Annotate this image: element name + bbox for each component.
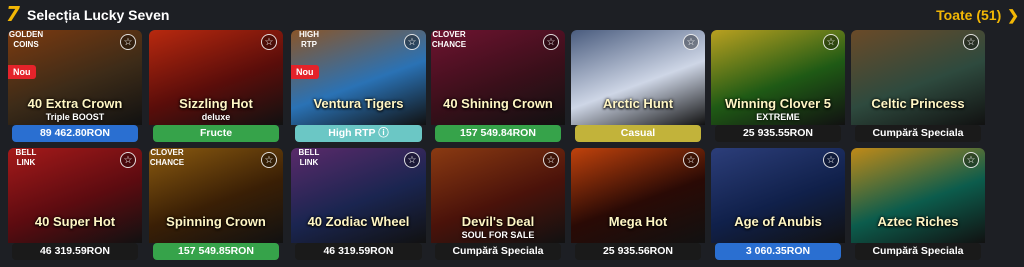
section-header: 7 Selecția Lucky Seven Toate (51) ❯ xyxy=(0,0,1024,30)
game-tag: 46 319.59RON xyxy=(295,243,422,260)
favorite-star-icon[interactable]: ☆ xyxy=(543,152,559,168)
game-title: 40 Zodiac Wheel xyxy=(307,214,410,229)
game-title: Ventura Tigers xyxy=(313,96,404,111)
game-title: Sizzling Hot xyxy=(179,96,253,111)
favorite-star-icon[interactable]: ☆ xyxy=(823,152,839,168)
game-tile[interactable]: Winning Clover 5 EXTREME ☆ 25 935.55RON xyxy=(711,30,845,142)
game-tile[interactable]: 40 Extra Crown Triple BOOST ☆ GOLDEN COI… xyxy=(8,30,142,142)
new-badge: Nou xyxy=(8,65,36,79)
game-tile[interactable]: Ventura Tigers ☆ HIGH RTP Nou High RTP ⓘ xyxy=(291,30,426,142)
game-tile[interactable]: Celtic Princess ☆ Cumpără Speciala xyxy=(851,30,985,142)
game-title: Age of Anubis xyxy=(734,214,822,229)
game-title: Celtic Princess xyxy=(871,96,965,111)
favorite-star-icon[interactable]: ☆ xyxy=(120,152,136,168)
game-tile[interactable]: Spinning Crown ☆ CLOVER CHANCE 157 549.8… xyxy=(149,148,283,260)
provider-badge: CLOVER CHANCE xyxy=(149,148,185,167)
game-tile[interactable]: 40 Shining Crown ☆ CLOVER CHANCE 157 549… xyxy=(431,30,565,142)
see-all-link[interactable]: Toate (51) ❯ xyxy=(936,7,1019,24)
new-badge: Nou xyxy=(291,65,319,79)
game-tag: 46 319.59RON xyxy=(12,243,138,260)
game-tile[interactable]: Aztec Riches ☆ Cumpără Speciala xyxy=(851,148,985,260)
game-title: 40 Extra Crown xyxy=(27,96,123,111)
game-tag: 3 060.35RON xyxy=(715,243,841,260)
game-tag: 157 549.84RON xyxy=(435,125,561,142)
favorite-star-icon[interactable]: ☆ xyxy=(404,34,420,50)
game-tag: 157 549.85RON xyxy=(153,243,279,260)
game-tile[interactable]: Devil's Deal SOUL FOR SALE ☆ Cumpără Spe… xyxy=(431,148,565,260)
provider-badge: GOLDEN COINS xyxy=(8,30,44,49)
favorite-star-icon[interactable]: ☆ xyxy=(683,152,699,168)
see-all-label: Toate (51) xyxy=(936,7,1002,23)
favorite-star-icon[interactable]: ☆ xyxy=(261,34,277,50)
game-title: Devil's Deal xyxy=(461,214,535,229)
game-tag: Cumpără Speciala xyxy=(855,125,981,142)
lucky-seven-logo-icon: 7 xyxy=(6,2,20,26)
provider-badge: HIGH RTP xyxy=(299,30,319,49)
game-tile[interactable]: 40 Zodiac Wheel ☆ BELL LINK 46 319.59RON xyxy=(291,148,426,260)
chevron-right-icon: ❯ xyxy=(1007,7,1019,23)
game-tag: Fructe xyxy=(153,125,279,142)
game-title: Winning Clover 5 xyxy=(724,96,832,111)
game-subtitle: EXTREME xyxy=(756,112,800,122)
game-subtitle: SOUL FOR SALE xyxy=(461,230,535,240)
favorite-star-icon[interactable]: ☆ xyxy=(261,152,277,168)
favorite-star-icon[interactable]: ☆ xyxy=(543,34,559,50)
provider-badge: CLOVER CHANCE xyxy=(431,30,467,49)
favorite-star-icon[interactable]: ☆ xyxy=(404,152,420,168)
favorite-star-icon[interactable]: ☆ xyxy=(683,34,699,50)
game-title: 40 Super Hot xyxy=(34,214,116,229)
game-tile[interactable]: Arctic Hunt ☆ Casual xyxy=(571,30,705,142)
game-title: Aztec Riches xyxy=(877,214,959,229)
game-tag: 25 935.55RON xyxy=(715,125,841,142)
favorite-star-icon[interactable]: ☆ xyxy=(823,34,839,50)
game-title: 40 Shining Crown xyxy=(443,96,553,111)
game-title: Mega Hot xyxy=(608,214,668,229)
provider-badge: BELL LINK xyxy=(298,148,320,167)
favorite-star-icon[interactable]: ☆ xyxy=(120,34,136,50)
game-tag: 25 935.56RON xyxy=(575,243,701,260)
game-tile[interactable]: Age of Anubis ☆ 3 060.35RON xyxy=(711,148,845,260)
game-tile[interactable]: Mega Hot ☆ 25 935.56RON xyxy=(571,148,705,260)
section-title: Selecția Lucky Seven xyxy=(27,7,170,23)
game-tag: Cumpără Speciala xyxy=(855,243,981,260)
game-subtitle: deluxe xyxy=(201,112,231,122)
game-tag: High RTP ⓘ xyxy=(295,125,422,142)
game-subtitle: Triple BOOST xyxy=(45,112,105,122)
favorite-star-icon[interactable]: ☆ xyxy=(963,34,979,50)
game-tag: Cumpără Speciala xyxy=(435,243,561,260)
game-title: Arctic Hunt xyxy=(602,96,674,111)
game-tile[interactable]: 40 Super Hot ☆ BELL LINK 46 319.59RON xyxy=(8,148,142,260)
game-tile[interactable]: Sizzling Hot deluxe ☆ Fructe xyxy=(149,30,283,142)
game-tag: 89 462.80RON xyxy=(12,125,138,142)
provider-badge: BELL LINK xyxy=(15,148,37,167)
game-title: Spinning Crown xyxy=(166,214,266,229)
game-tag: Casual xyxy=(575,125,701,142)
favorite-star-icon[interactable]: ☆ xyxy=(963,152,979,168)
